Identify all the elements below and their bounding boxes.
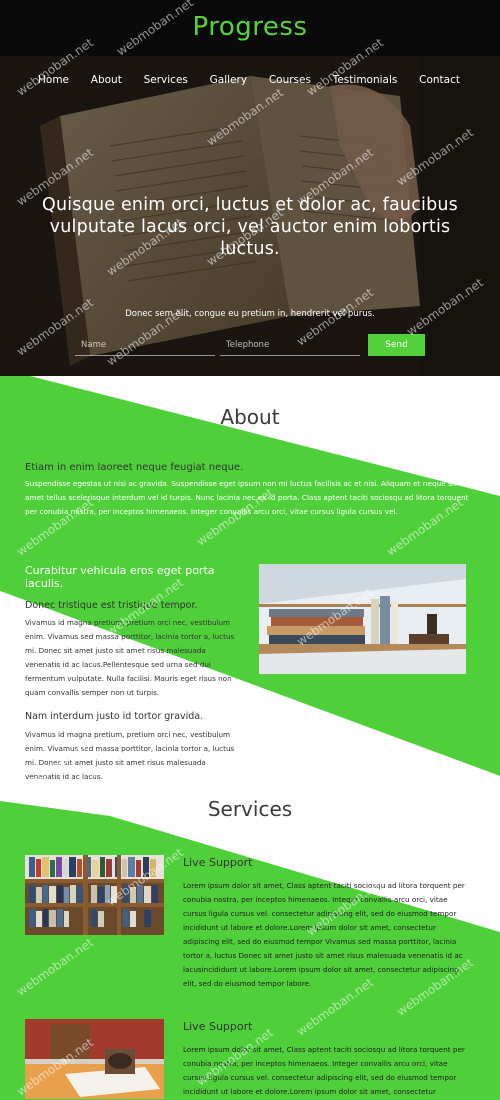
about-paragraph: Suspendisse egestas ut nisi ac gravida. … (25, 479, 469, 516)
bookshelf-image (259, 564, 466, 674)
about-block1-lead: Donec tristique est tristique tempor. (25, 600, 198, 611)
nav-gallery[interactable]: Gallery (210, 74, 247, 86)
nav-testimonials[interactable]: Testimonials (333, 74, 398, 86)
main-nav: Home About Services Gallery Courses Test… (0, 74, 500, 86)
nav-about[interactable]: About (91, 74, 122, 86)
brand-logo[interactable]: Progress (193, 12, 308, 42)
nav-contact[interactable]: Contact (419, 74, 460, 86)
services-title: Services (207, 797, 293, 821)
service-text-2: Lorem ipsum dolor sit amet, Class aptent… (183, 1045, 465, 1096)
about-title: About (220, 405, 280, 429)
hero-title: Quisque enim orci, luctus et dolor ac, f… (41, 195, 459, 259)
hero-section: Home About Services Gallery Courses Test… (0, 56, 500, 376)
telephone-input[interactable] (220, 334, 360, 356)
nav-courses[interactable]: Courses (269, 74, 311, 86)
about-block2-text: Vivamus id magna pretium, pretium orci n… (25, 730, 235, 781)
about-lead: Etiam in enim laoreet neque feugiat nequ… (25, 462, 244, 473)
nav-services[interactable]: Services (144, 74, 188, 86)
contact-form: Send (75, 334, 425, 356)
service-text-1: Lorem ipsum dolor sit amet, Class aptent… (183, 881, 465, 988)
top-header: Progress (0, 0, 500, 56)
send-button[interactable]: Send (368, 334, 425, 356)
service-heading-1: Live Support (183, 856, 253, 869)
service-image-bookcase (25, 855, 164, 935)
about-block1-text: Vivamus id magna pretium, pretium orci n… (25, 618, 235, 697)
hero-subtitle: Donec sem elit, congue eu pretium in, he… (125, 309, 375, 319)
nav-home[interactable]: Home (38, 74, 69, 86)
about-block2-lead: Nam interdum justo id tortor gravida. (25, 711, 204, 722)
service-image-desk (25, 1019, 164, 1099)
about-sub-heading: Curabitur vehicula eros eget porta iacul… (25, 564, 215, 590)
service-heading-2: Live Support (183, 1020, 253, 1033)
name-input[interactable] (75, 334, 215, 356)
